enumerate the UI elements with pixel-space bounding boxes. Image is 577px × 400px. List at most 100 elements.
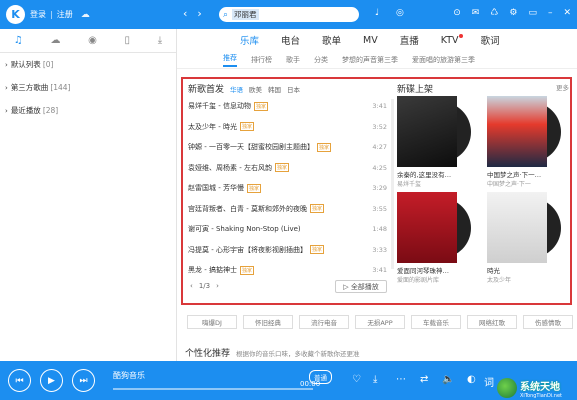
album-cover[interactable]	[397, 192, 471, 263]
next-page-icon[interactable]: ›	[216, 282, 219, 290]
previous-icon[interactable]: ⏮	[8, 369, 31, 392]
album-artist[interactable]: 中国梦之声·下一	[487, 179, 565, 188]
minimize-icon[interactable]: –	[548, 8, 553, 18]
album-title[interactable]: 余秦的,这里没有…	[397, 169, 475, 179]
settings-icon[interactable]: ⚙	[509, 8, 517, 18]
tab-playlists[interactable]: 歌单	[322, 33, 341, 47]
album-cover[interactable]	[487, 192, 561, 263]
album-card[interactable]: 余秦的,这里没有… 易烊千玺	[397, 96, 475, 188]
song-row[interactable]: 袁娅维、周杨素 - 左右风韵 独家 4:25	[188, 158, 389, 179]
category-western[interactable]: 欧美	[249, 84, 262, 94]
song-row[interactable]: 黑龙 - 搞掂神士 独家 3:41	[188, 260, 389, 281]
listen-icon[interactable]: ◎	[396, 8, 404, 18]
close-icon[interactable]: ✕	[563, 8, 571, 18]
playlist-item-default[interactable]: › 默认列表 [0]	[0, 53, 176, 76]
mini-mode-icon[interactable]: ▭	[528, 8, 537, 18]
playlist-item-recent[interactable]: › 最近播放 [28]	[0, 99, 176, 122]
music-note-icon[interactable]: ♫	[14, 35, 23, 46]
playlist-item-third-party[interactable]: › 第三方歌曲 [144]	[0, 76, 176, 99]
album-cover[interactable]	[487, 96, 561, 167]
song-name[interactable]: 赵雷国城 - 芳华慢	[188, 183, 244, 193]
progress-bar[interactable]	[113, 388, 313, 390]
scrollbar[interactable]	[391, 99, 394, 269]
search-box[interactable]: ⌕ 邓丽君	[219, 7, 359, 22]
register-link[interactable]: 注册	[57, 9, 73, 20]
category-korean[interactable]: 韩国	[268, 84, 281, 94]
category-chinese[interactable]: 华语	[230, 84, 243, 94]
tab-radio[interactable]: 电台	[281, 33, 300, 47]
album-artist[interactable]: 易烊千玺	[397, 179, 475, 188]
tab-ktv[interactable]: KTV	[441, 33, 463, 46]
phone-icon[interactable]: ▯	[125, 35, 131, 46]
genre-tag[interactable]: 伤感情歌	[523, 315, 573, 329]
album-card[interactable]: 爱面同河琴珠神… 爱面的影剧片库	[397, 192, 475, 284]
tab-live[interactable]: 直播	[400, 33, 419, 47]
genre-tag[interactable]: 车载音乐	[411, 315, 461, 329]
search-input[interactable]: 邓丽君	[232, 9, 259, 20]
mail-icon[interactable]: ✉	[472, 8, 480, 18]
voice-icon[interactable]: ♩	[375, 8, 379, 18]
sound-effect-icon[interactable]: ◐	[467, 374, 476, 385]
search-icon[interactable]: ⌕	[223, 10, 228, 20]
song-row[interactable]: 易烊千玺 - 信息动物 独家 3:41	[188, 96, 389, 117]
subtab-singers[interactable]: 歌手	[286, 55, 300, 65]
favorite-icon[interactable]: ♡	[352, 374, 361, 385]
song-row[interactable]: 谢可寅 - Shaking Non-Stop (Live) 1:48	[188, 219, 389, 240]
next-icon[interactable]: ⏭	[72, 369, 95, 392]
more-icon[interactable]: ⋯	[396, 374, 406, 385]
song-name[interactable]: 谢可寅 - Shaking Non-Stop (Live)	[188, 224, 301, 234]
song-name[interactable]: 易烊千玺 - 信息动物	[188, 101, 251, 111]
song-name[interactable]: 钟嫄 - 一百零一天【甜蜜校园剧主题曲】	[188, 142, 314, 152]
album-title[interactable]: 中国梦之声·下一…	[487, 169, 565, 179]
prev-page-icon[interactable]: ‹	[190, 282, 193, 290]
cover-art	[397, 96, 457, 167]
tab-library[interactable]: 乐库	[240, 33, 259, 47]
song-row[interactable]: 钟嫄 - 一百零一天【甜蜜校园剧主题曲】 独家 4:27	[188, 137, 389, 158]
lyrics-button[interactable]: 词	[484, 374, 494, 389]
album-artist[interactable]: 爱面的影剧片库	[397, 275, 475, 284]
song-name[interactable]: 袁娅维、周杨素 - 左右风韵	[188, 163, 272, 173]
cloud-tab-icon[interactable]: ☁	[50, 35, 60, 46]
genre-tag[interactable]: 嗨爆DJ	[187, 315, 237, 329]
subtab-show-2[interactable]: 爱面唱的旅游第三季	[412, 55, 475, 65]
radio-icon[interactable]: ◉	[88, 35, 97, 46]
album-artist[interactable]: 太及少年	[487, 275, 565, 284]
volume-icon[interactable]: 🔈	[442, 374, 454, 385]
album-cover[interactable]	[397, 96, 471, 167]
genre-tag[interactable]: 流行电音	[299, 315, 349, 329]
download-icon[interactable]: ⤓	[158, 35, 162, 46]
login-link[interactable]: 登录	[30, 9, 46, 20]
album-card[interactable]: 時光 太及少年	[487, 192, 565, 284]
song-row[interactable]: 太及少年 - 時光 独家 3:52	[188, 117, 389, 138]
subtab-charts[interactable]: 排行榜	[251, 55, 272, 65]
more-link[interactable]: 更多	[556, 82, 569, 96]
album-title[interactable]: 爱面同河琴珠神…	[397, 265, 475, 275]
forward-icon[interactable]: ›	[197, 7, 201, 20]
song-row[interactable]: 赵雷国城 - 芳华慢 独家 3:29	[188, 178, 389, 199]
skin-icon[interactable]: ♺	[490, 8, 498, 18]
song-name[interactable]: 冯提莫 - 心形宇宙【将夜影视剧插曲】	[188, 245, 307, 255]
album-title[interactable]: 時光	[487, 265, 565, 275]
cloud-icon[interactable]: ☁	[81, 10, 90, 20]
song-name[interactable]: 宫廷背叛者、白青 - 莫斯和郊外的夜晚	[188, 204, 307, 214]
category-japanese[interactable]: 日本	[287, 84, 300, 94]
game-icon[interactable]: ⊙	[453, 8, 461, 18]
subtab-recommend[interactable]: 推荐	[223, 53, 237, 67]
tab-mv[interactable]: MV	[363, 35, 378, 46]
back-icon[interactable]: ‹	[183, 7, 187, 20]
album-card[interactable]: 中国梦之声·下一… 中国梦之声·下一	[487, 96, 565, 188]
genre-tag[interactable]: 无损APP	[355, 315, 405, 329]
play-icon[interactable]: ▶	[40, 369, 63, 392]
song-row[interactable]: 冯提莫 - 心形宇宙【将夜影视剧插曲】 独家 3:33	[188, 240, 389, 261]
song-name[interactable]: 黑龙 - 搞掂神士	[188, 265, 237, 275]
subtab-show-1[interactable]: 梦想的声音第三季	[342, 55, 398, 65]
play-all-button[interactable]: ▷ 全部播放	[335, 280, 387, 293]
song-row[interactable]: 宫廷背叛者、白青 - 莫斯和郊外的夜晚 独家 3:55	[188, 199, 389, 220]
tab-lyrics[interactable]: 歌词	[481, 33, 500, 47]
genre-tag[interactable]: 网络红歌	[467, 315, 517, 329]
song-name[interactable]: 太及少年 - 時光	[188, 122, 237, 132]
genre-tag[interactable]: 怀旧经典	[243, 315, 293, 329]
subtab-categories[interactable]: 分类	[314, 55, 328, 65]
download-icon[interactable]: ⤓	[373, 374, 377, 385]
shuffle-icon[interactable]: ⇄	[420, 374, 428, 385]
